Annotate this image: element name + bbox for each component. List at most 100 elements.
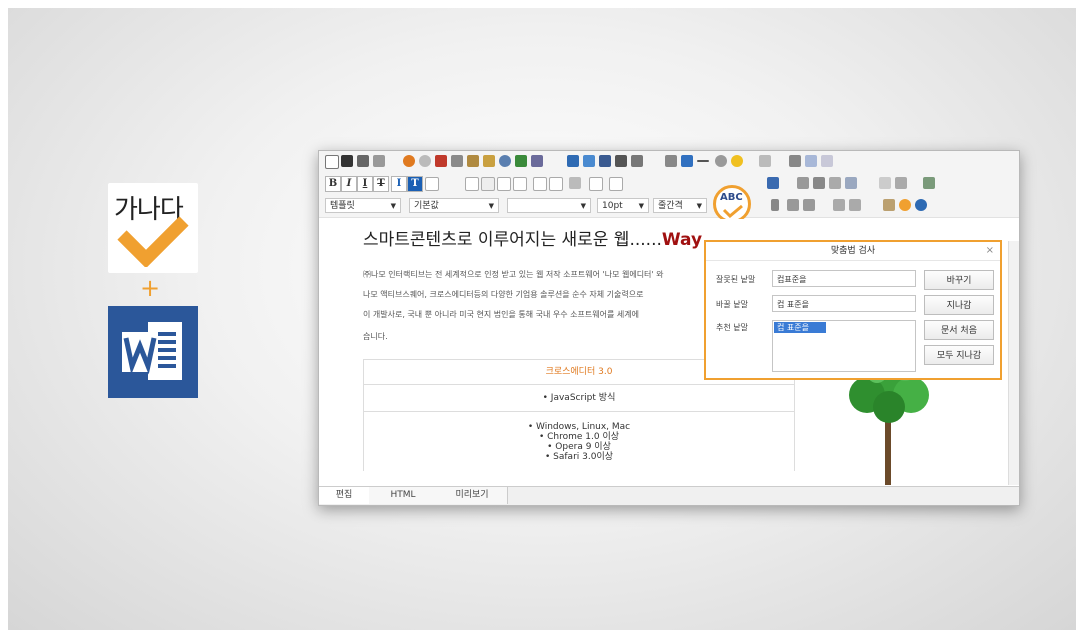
- text-spacing-icon[interactable]: [833, 199, 845, 211]
- wrong-word-label: 잘못된 낱말: [716, 275, 756, 284]
- plus-sign: +: [140, 274, 161, 302]
- redo-icon[interactable]: [419, 155, 431, 167]
- paragraph-line: 습니다.: [363, 332, 388, 341]
- layer-icon[interactable]: [821, 155, 833, 167]
- tab-edit[interactable]: 편집: [319, 487, 370, 504]
- table-row: • Windows, Linux, Mac • Chrome 1.0 이상 • …: [364, 411, 794, 471]
- bold-button[interactable]: B: [325, 176, 341, 192]
- about-icon[interactable]: [899, 199, 911, 211]
- subscript-icon[interactable]: [803, 199, 815, 211]
- template-select[interactable]: 템플릿 ▼: [325, 198, 401, 213]
- list-item: • Chrome 1.0 이상: [538, 432, 620, 442]
- replace-icon[interactable]: [515, 155, 527, 167]
- font-size-select[interactable]: 10pt ▼: [597, 198, 649, 213]
- paste-special-icon[interactable]: [483, 155, 495, 167]
- settings-icon[interactable]: [895, 177, 907, 189]
- word-logo-icon: [108, 306, 198, 398]
- text-align-icon[interactable]: [849, 199, 861, 211]
- source-icon[interactable]: [797, 177, 809, 189]
- background-color-button[interactable]: T: [407, 176, 423, 192]
- undo-icon[interactable]: [403, 155, 415, 167]
- number-list-icon[interactable]: [589, 177, 603, 191]
- pen-icon[interactable]: [681, 155, 693, 167]
- info-icon[interactable]: [915, 199, 927, 211]
- vertical-scrollbar[interactable]: [1008, 241, 1019, 485]
- horizontal-rule-icon[interactable]: [697, 160, 709, 162]
- align-left-icon[interactable]: [465, 177, 479, 191]
- cut-icon[interactable]: [435, 155, 447, 167]
- paste-icon[interactable]: [467, 155, 479, 167]
- indent-icon[interactable]: [533, 177, 547, 191]
- list-item: • Opera 9 이상: [547, 442, 611, 452]
- grid-icon[interactable]: [805, 155, 817, 167]
- print-icon[interactable]: [357, 155, 369, 167]
- image-icon[interactable]: [583, 155, 595, 167]
- font-style-select[interactable]: ▼: [507, 198, 591, 213]
- close-icon[interactable]: ×: [986, 245, 994, 256]
- font-family-select-label: 기본값: [414, 201, 439, 211]
- object-icon[interactable]: [631, 155, 643, 167]
- align-right-icon[interactable]: [497, 177, 511, 191]
- strikethrough-button[interactable]: T: [373, 176, 389, 192]
- font-size-select-label: 10pt: [602, 201, 623, 211]
- link-icon[interactable]: [665, 155, 677, 167]
- save-icon[interactable]: [341, 155, 353, 167]
- word-count-icon[interactable]: [829, 177, 841, 189]
- preview-icon[interactable]: [373, 155, 385, 167]
- justify-icon[interactable]: [513, 177, 527, 191]
- dialog-title: 맞춤법 검사: [706, 242, 1000, 261]
- special-char-icon[interactable]: [715, 155, 727, 167]
- chevron-down-icon: ▼: [390, 202, 396, 210]
- template-select-label: 템플릿: [330, 201, 355, 211]
- font-family-select[interactable]: 기본값 ▼: [409, 198, 499, 213]
- frame-icon[interactable]: [883, 199, 895, 211]
- change-button[interactable]: 바꾸기: [924, 270, 994, 290]
- suggest-word-list[interactable]: 컵 표준을: [772, 320, 916, 372]
- export-icon[interactable]: [923, 177, 935, 189]
- content-heading: 스마트콘텐츠로 이루어지는 새로운 웹......Way: [363, 225, 702, 250]
- underline-button[interactable]: I: [357, 176, 373, 192]
- table-icon[interactable]: [567, 155, 579, 167]
- bullet-list-icon[interactable]: [569, 177, 581, 189]
- line-spacing-select-label: 줄간격: [658, 201, 683, 211]
- new-document-icon[interactable]: [325, 155, 339, 169]
- spellcheck-dialog: 맞춤법 검사 × 잘못된 낱말 컵표준을 바꿀 낱말 컵 표준을 추천 낱말 컵…: [704, 240, 1002, 380]
- paragraph-line: 이 개발사로, 국내 뿐 아니라 미국 현지 법인을 통해 국내 우수 소프트웨…: [363, 310, 639, 319]
- table-row: • JavaScript 방식: [364, 384, 794, 411]
- find-icon[interactable]: [499, 155, 511, 167]
- fullscreen-icon[interactable]: [845, 177, 857, 189]
- outdent-icon[interactable]: [549, 177, 563, 191]
- layout-icon[interactable]: [789, 155, 801, 167]
- calendar-icon[interactable]: [759, 155, 771, 167]
- chevron-down-icon: ▼: [488, 202, 494, 210]
- skip-button[interactable]: 지나감: [924, 295, 994, 315]
- skip-all-button[interactable]: 모두 지나감: [924, 345, 994, 365]
- toolbar-row-3: 템플릿 ▼ 기본값 ▼ ▼ 10pt ▼ 줄간격 ▼: [319, 195, 1019, 218]
- tab-html[interactable]: HTML: [369, 487, 438, 504]
- italic-button[interactable]: I: [341, 176, 357, 192]
- toolbar-row-1: [319, 151, 1019, 174]
- line-height-icon[interactable]: [609, 177, 623, 191]
- list-item[interactable]: 컵 표준을: [774, 322, 826, 333]
- superscript-icon[interactable]: [787, 199, 799, 211]
- chevron-down-icon: ▼: [580, 202, 586, 210]
- align-center-icon[interactable]: [481, 177, 495, 191]
- character-map-icon[interactable]: [813, 177, 825, 189]
- help-book-icon[interactable]: [879, 177, 891, 189]
- copy-icon[interactable]: [451, 155, 463, 167]
- document-start-button[interactable]: 문서 처음: [924, 320, 994, 340]
- clear-format-icon[interactable]: [425, 177, 439, 191]
- quote-icon[interactable]: [771, 199, 779, 211]
- change-word-field[interactable]: 컵 표준을: [772, 295, 916, 312]
- list-item: • Safari 3.0이상: [544, 452, 614, 462]
- wrong-word-field[interactable]: 컵표준을: [772, 270, 916, 287]
- tab-preview[interactable]: 미리보기: [437, 487, 508, 504]
- form-icon[interactable]: [615, 155, 627, 167]
- line-spacing-select[interactable]: 줄간격 ▼: [653, 198, 707, 213]
- font-color-button[interactable]: I: [391, 176, 407, 192]
- spellcheck-tool-icon[interactable]: [767, 177, 779, 189]
- media-icon[interactable]: [599, 155, 611, 167]
- spellcheck-badge[interactable]: ABC: [713, 185, 751, 223]
- emoticon-icon[interactable]: [731, 155, 743, 167]
- format-paint-icon[interactable]: [531, 155, 543, 167]
